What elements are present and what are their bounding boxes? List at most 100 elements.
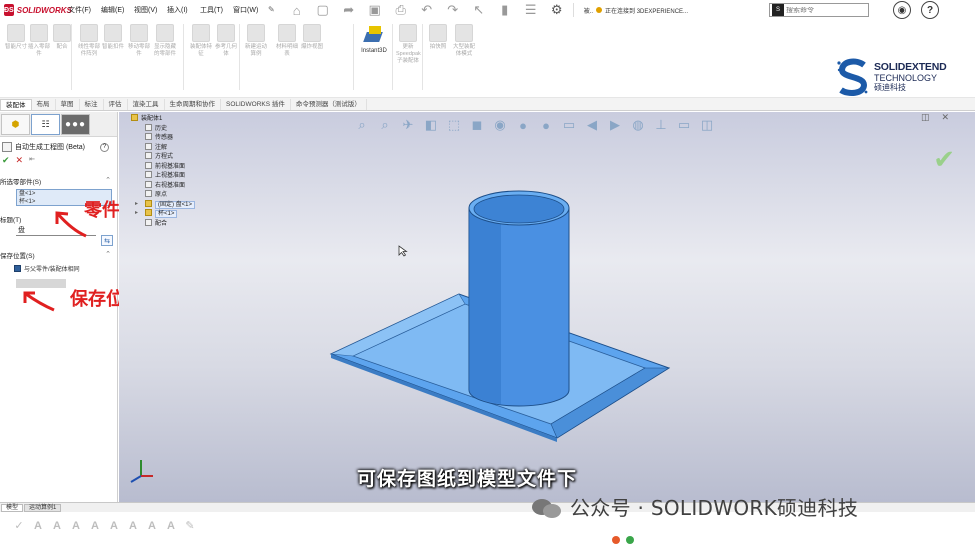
menu-file[interactable]: 文件(F) <box>68 5 101 15</box>
tree-item[interactable]: 原点 <box>119 190 229 200</box>
more-tabs[interactable]: ●●● <box>61 114 90 135</box>
ribbon-button[interactable]: 更新Speedpak子装配体 <box>396 24 421 65</box>
ribbon-button[interactable]: 爆炸视图 <box>300 24 324 51</box>
tab-model[interactable]: 模型 <box>1 503 24 512</box>
file-properties-icon[interactable]: ☰ <box>521 2 541 18</box>
apply-scene-icon[interactable]: ● <box>536 115 556 135</box>
render-tools-icon[interactable]: ◍ <box>628 115 648 135</box>
ribbon-button[interactable]: 显示隐藏的零部件 <box>153 24 177 58</box>
tree-item[interactable]: 右视基准面 <box>119 180 229 191</box>
user-account-icon[interactable]: ◉ <box>893 1 911 19</box>
display-style-icon[interactable]: ◼ <box>467 115 487 135</box>
cube-icon[interactable]: ◫ <box>697 115 717 135</box>
ribbon-button[interactable]: 插入零部件 <box>27 24 51 58</box>
tab-1[interactable]: 布局 <box>32 99 56 110</box>
weld-symbol-icon[interactable]: A <box>105 518 123 534</box>
ribbon-button[interactable]: 线性零部件阵列 <box>77 24 101 58</box>
tree-item[interactable]: ▸ 杯<1> <box>119 209 229 219</box>
pushpin-icon[interactable]: ⇤ <box>29 155 35 166</box>
geometric-tolerance-icon[interactable]: A <box>162 518 180 534</box>
graphics-area[interactable]: 装配体1 历史 传感器 注解 方程式 前视基准面 上视基准面 右视基准面 原点 ▸ (固定) 盘<1… <box>119 112 975 502</box>
ribbon-button[interactable]: 新建运动算例 <box>244 24 268 58</box>
ribbon-button[interactable]: 智能扣件 <box>101 24 125 51</box>
ribbon-button[interactable]: 参考几何体 <box>214 24 238 58</box>
property-manager-tab[interactable]: ☷ <box>31 114 60 135</box>
same-as-parent-checkbox[interactable]: 与父零件/装配体相同 <box>14 264 117 273</box>
help-icon[interactable]: ? <box>921 1 939 19</box>
feature-manager-tab[interactable]: ⬢ <box>1 114 30 135</box>
balloon-icon[interactable]: A <box>48 518 66 534</box>
ribbon-button[interactable]: 大型装配体模式 <box>452 24 476 58</box>
tab-0[interactable]: 装配体 <box>0 99 32 110</box>
datum-feature-icon[interactable]: A <box>124 518 142 534</box>
pm-help-icon[interactable]: ? <box>100 142 109 152</box>
model-3d-view[interactable] <box>319 172 719 452</box>
solidworks-logo[interactable]: ƉS SOLIDWORKS <box>0 4 72 16</box>
zoom-to-fit-icon[interactable]: ⌕ <box>352 115 372 135</box>
menu-insert[interactable]: 插入(I) <box>167 5 200 15</box>
tree-item[interactable]: 注解 <box>119 142 229 153</box>
ribbon-button[interactable]: 材料明细表 <box>275 24 299 58</box>
search-input[interactable] <box>786 6 864 14</box>
chevron-up-icon[interactable]: ⌃ <box>105 250 111 260</box>
checkbox-checked-icon[interactable] <box>14 265 21 272</box>
close-viewport-icon[interactable]: ✕ <box>941 112 949 123</box>
note-icon[interactable]: A <box>29 518 47 534</box>
app-tray-icon[interactable] <box>612 536 620 544</box>
menu-view[interactable]: 视图(V) <box>134 5 167 15</box>
tree-item[interactable]: 配合 <box>119 218 229 229</box>
tab-4[interactable]: 评估 <box>104 99 128 110</box>
auto-balloon-icon[interactable]: A <box>67 518 85 534</box>
tab-8[interactable]: 命令预测器（测试版） <box>291 99 367 110</box>
section-view-icon[interactable]: ◧ <box>421 115 441 135</box>
tree-item[interactable]: 方程式 <box>119 152 229 162</box>
tab-2[interactable]: 草图 <box>56 99 80 110</box>
ribbon-button[interactable]: 装配体特征 <box>189 24 213 58</box>
previous-view-icon[interactable]: ✈ <box>398 115 418 135</box>
menu-window[interactable]: 窗口(W) <box>233 5 266 15</box>
tree-item[interactable]: 上视基准面 <box>119 171 229 181</box>
pin-icon[interactable]: ✎ <box>268 5 275 15</box>
display-pane-icon[interactable]: ▭ <box>674 115 694 135</box>
ruler-icon[interactable]: ⊥ <box>651 115 671 135</box>
redo-icon[interactable]: ↷ <box>443 2 463 18</box>
cosmetic-thread-icon[interactable]: ✎ <box>181 518 199 534</box>
print-icon[interactable]: ⎙ <box>391 2 411 18</box>
rebuild-icon[interactable]: ▮ <box>495 2 515 18</box>
ribbon-button[interactable]: 智能尺寸 <box>4 24 28 51</box>
tree-item[interactable]: 前视基准面 <box>119 161 229 172</box>
tab-3[interactable]: 标注 <box>80 99 104 110</box>
save-icon[interactable]: ▣ <box>365 2 385 18</box>
undo-icon[interactable]: ↶ <box>417 2 437 18</box>
save-path-field[interactable] <box>16 279 66 288</box>
rotate-view-icon[interactable]: ◀ <box>582 115 602 135</box>
tab-motion-study[interactable]: 运动算例1 <box>24 503 62 512</box>
confirmation-corner-check-icon[interactable]: ✔ <box>933 144 955 175</box>
tab-7[interactable]: SOLIDWORKS 插件 <box>221 99 291 110</box>
ok-check-icon[interactable]: ✔ <box>2 155 10 166</box>
zoom-to-area-icon[interactable]: ⌕ <box>375 115 395 135</box>
tab-5[interactable]: 渲染工具 <box>128 99 165 110</box>
tab-6[interactable]: 生命周期和协作 <box>165 99 221 110</box>
view-orientation-icon[interactable]: ⬚ <box>444 115 464 135</box>
instant3d-button[interactable]: Instant3D <box>357 24 391 54</box>
surface-finish-icon[interactable]: A <box>86 518 104 534</box>
edit-appearance-icon[interactable]: ● <box>513 115 533 135</box>
home-icon[interactable]: ⌂ <box>287 2 307 18</box>
ribbon-button[interactable]: 拍快照 <box>426 24 450 51</box>
expand-arrow-icon[interactable]: ▸ <box>135 200 138 210</box>
new-document-icon[interactable]: ▢ <box>313 2 333 18</box>
open-icon[interactable]: ➦ <box>339 2 359 18</box>
group-selected-components[interactable]: 所选零部件(S) ⌃ <box>0 176 117 186</box>
split-view-icon[interactable]: ◫ <box>921 112 930 123</box>
hide-show-items-icon[interactable]: ◉ <box>490 115 510 135</box>
menu-tools[interactable]: 工具(T) <box>200 5 233 15</box>
chevron-up-icon[interactable]: ⌃ <box>105 176 111 186</box>
tree-item[interactable]: 历史 <box>119 123 229 134</box>
expand-arrow-icon[interactable]: ▸ <box>135 209 138 219</box>
cancel-x-icon[interactable]: ✕ <box>16 155 24 166</box>
group-save-location[interactable]: 保存位置(S) ⌃ <box>0 250 117 260</box>
datum-target-icon[interactable]: A <box>143 518 161 534</box>
menu-edit[interactable]: 编辑(E) <box>101 5 134 15</box>
options-gear-icon[interactable]: ⚙ <box>547 2 567 18</box>
